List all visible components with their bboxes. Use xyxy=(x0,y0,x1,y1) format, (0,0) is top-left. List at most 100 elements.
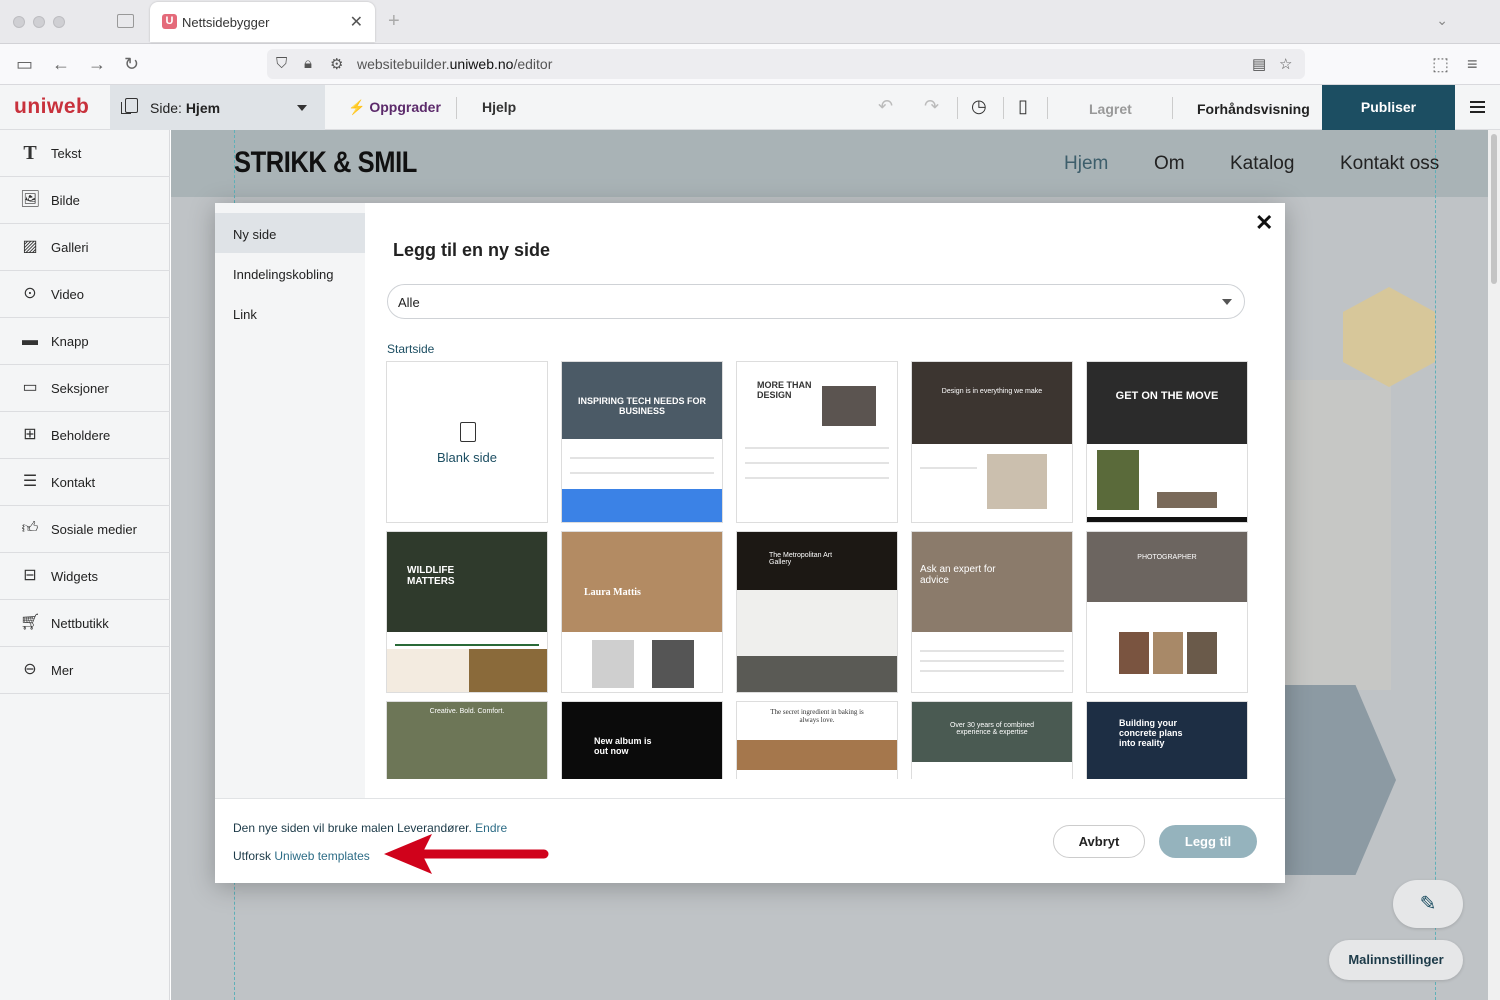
canvas-scrollbar[interactable] xyxy=(1488,130,1500,1000)
template-card[interactable]: Building your concrete plans into realit… xyxy=(1086,701,1248,779)
tab-title: Nettsidebygger xyxy=(182,15,270,30)
template-card[interactable]: The secret ingredient in baking is alway… xyxy=(736,701,898,779)
tab-link[interactable]: Link xyxy=(215,293,365,333)
explore-templates-text: Utforsk Uniweb templates xyxy=(233,849,370,863)
reload-icon[interactable]: ↻ xyxy=(124,54,139,75)
template-card[interactable]: MORE THAN DESIGN xyxy=(736,361,898,523)
chevron-down-icon[interactable]: ⌄ xyxy=(1436,12,1448,29)
tab-new-page[interactable]: Ny side xyxy=(215,213,365,253)
design-settings-button[interactable]: ✎ xyxy=(1393,880,1463,928)
template-caption: New album is out now xyxy=(594,736,652,756)
permissions-icon[interactable]: ⚙ xyxy=(330,55,343,73)
url-text: websitebuilder.uniweb.no/editor xyxy=(357,56,553,72)
back-icon[interactable]: ← xyxy=(52,54,70,75)
sidebar-item-gallery[interactable]: ▨ Galleri xyxy=(0,224,170,271)
mobile-view-icon[interactable]: ▯ xyxy=(1018,96,1028,117)
uniweb-logo[interactable]: uniweb xyxy=(14,95,89,119)
site-nav-catalog[interactable]: Katalog xyxy=(1230,153,1294,175)
preview-button[interactable]: Forhåndsvisning xyxy=(1197,101,1310,117)
undo-icon[interactable]: ↶ xyxy=(878,96,893,117)
more-icon: ⊖ xyxy=(23,661,37,678)
sidebar-item-widgets[interactable]: ⊟ Widgets xyxy=(0,553,170,600)
forward-icon[interactable]: → xyxy=(88,54,106,75)
page-selector[interactable]: Side: Hjem xyxy=(110,85,325,130)
favicon-icon: U xyxy=(162,14,177,29)
site-nav-contact[interactable]: Kontakt oss xyxy=(1340,153,1439,175)
app-header: uniweb Side: Hjem ⚡ Oppgrader Hjelp ↶ ↷ … xyxy=(0,85,1500,130)
sidebar-item-label: Bilde xyxy=(51,193,80,208)
template-grid: Blank side INSPIRING TECH NEEDS FOR BUSI… xyxy=(386,361,1254,779)
sidebar-item-button[interactable]: ▬ Knapp xyxy=(0,318,170,365)
sidebar-item-sections[interactable]: ▭ Seksjoner xyxy=(0,365,170,412)
template-caption: Over 30 years of combined experience & e… xyxy=(949,722,1035,736)
bookmark-star-icon[interactable]: ☆ xyxy=(1279,55,1292,73)
template-card[interactable]: New album is out now xyxy=(561,701,723,779)
text-icon: T xyxy=(23,142,37,164)
url-bar[interactable]: ⛉ 🔒︎ ⚙ websitebuilder.uniweb.no/editor ▤… xyxy=(267,49,1305,79)
sidebar-item-text[interactable]: T Tekst xyxy=(0,130,170,177)
template-card[interactable]: Laura Mattis xyxy=(561,531,723,693)
minimize-window-button[interactable] xyxy=(33,16,45,28)
sidebar-item-social-media[interactable]: 👍︎ Sosiale medier xyxy=(0,506,170,553)
template-caption: The Metropolitan Art Gallery xyxy=(769,552,833,566)
site-nav-home[interactable]: Hjem xyxy=(1064,153,1108,175)
template-caption: PHOTOGRAPHER xyxy=(1137,554,1197,561)
menu-icon[interactable]: ≡ xyxy=(1467,54,1478,75)
help-button[interactable]: Hjelp xyxy=(482,99,516,115)
uniweb-templates-link[interactable]: Uniweb templates xyxy=(274,849,369,863)
publish-button[interactable]: Publiser xyxy=(1322,85,1455,130)
sidebar-item-video[interactable]: ⊙ Video xyxy=(0,271,170,318)
close-window-button[interactable] xyxy=(13,16,25,28)
close-icon[interactable]: ✕ xyxy=(1255,210,1273,236)
template-caption: Design is in everything we make xyxy=(941,388,1043,395)
tab-overview-icon[interactable] xyxy=(117,14,134,28)
sidebar-item-contact[interactable]: ☰ Kontakt xyxy=(0,459,170,506)
sidebar-toggle-icon[interactable]: ▭ xyxy=(16,54,33,75)
zoom-window-button[interactable] xyxy=(53,16,65,28)
sidebar-item-webshop[interactable]: 🛒︎ Nettbutikk xyxy=(0,600,170,647)
shield-icon[interactable]: ⛉ xyxy=(276,55,287,72)
browser-tab[interactable]: U Nettsidebygger ✕ xyxy=(150,2,375,42)
template-card[interactable]: GET ON THE MOVE xyxy=(1086,361,1248,523)
history-icon[interactable]: ◷ xyxy=(971,96,987,117)
template-settings-button[interactable]: Malinnstillinger xyxy=(1329,940,1463,980)
template-card[interactable]: Design is in everything we make xyxy=(911,361,1073,523)
template-card[interactable]: INSPIRING TECH NEEDS FOR BUSINESS xyxy=(561,361,723,523)
new-tab-icon[interactable]: + xyxy=(388,10,400,33)
sidebar-item-image[interactable]: 🖼︎ Bilde xyxy=(0,177,170,224)
site-logo[interactable]: STRIKK & SMIL xyxy=(234,146,417,180)
template-blank-page[interactable]: Blank side xyxy=(386,361,548,523)
tab-section-link[interactable]: Inndelingskobling xyxy=(215,253,365,293)
template-caption: GET ON THE MOVE xyxy=(1115,390,1219,402)
sidebar-item-label: Knapp xyxy=(51,334,89,349)
close-tab-icon[interactable]: ✕ xyxy=(350,12,363,32)
annotation-arrow-icon xyxy=(384,834,549,874)
category-filter-select[interactable]: Alle xyxy=(387,284,1245,319)
scrollbar-thumb[interactable] xyxy=(1491,134,1497,284)
upgrade-button[interactable]: ⚡ Oppgrader xyxy=(348,99,441,116)
template-card[interactable]: The Metropolitan Art Gallery xyxy=(736,531,898,693)
template-card[interactable]: Creative. Bold. Comfort. xyxy=(386,701,548,779)
template-caption: Ask an expert for advice xyxy=(920,564,996,586)
template-card[interactable]: PHOTOGRAPHER xyxy=(1086,531,1248,693)
redo-icon[interactable]: ↷ xyxy=(924,96,939,117)
add-button[interactable]: Legg til xyxy=(1159,825,1257,858)
hamburger-menu-icon[interactable] xyxy=(1470,101,1485,113)
containers-icon: ⊞ xyxy=(23,426,37,443)
cart-icon: 🛒︎ xyxy=(20,614,41,631)
cancel-button[interactable]: Avbryt xyxy=(1053,825,1145,858)
image-icon: 🖼︎ xyxy=(20,191,41,208)
site-nav-about[interactable]: Om xyxy=(1154,153,1185,175)
extensions-icon[interactable]: ⬚ xyxy=(1432,54,1449,75)
thumbs-up-icon: 👍︎ xyxy=(21,520,39,537)
template-card[interactable]: WILDLIFE MATTERS xyxy=(386,531,548,693)
sidebar-item-label: Kontakt xyxy=(51,475,96,490)
lock-icon[interactable]: 🔒︎ xyxy=(304,55,312,72)
reader-view-icon[interactable]: ▤ xyxy=(1252,55,1266,73)
template-card[interactable]: Ask an expert for advice xyxy=(911,531,1073,693)
template-card[interactable]: Over 30 years of combined experience & e… xyxy=(911,701,1073,779)
sidebar-item-more[interactable]: ⊖ Mer xyxy=(0,647,170,694)
sidebar-item-containers[interactable]: ⊞ Beholdere xyxy=(0,412,170,459)
tools-sidebar: T Tekst 🖼︎ Bilde ▨ Galleri ⊙ Video ▬ Knapp ▭ S… xyxy=(0,130,170,1000)
modal-footer: Den nye siden vil bruke malen Leverandør… xyxy=(215,798,1285,883)
